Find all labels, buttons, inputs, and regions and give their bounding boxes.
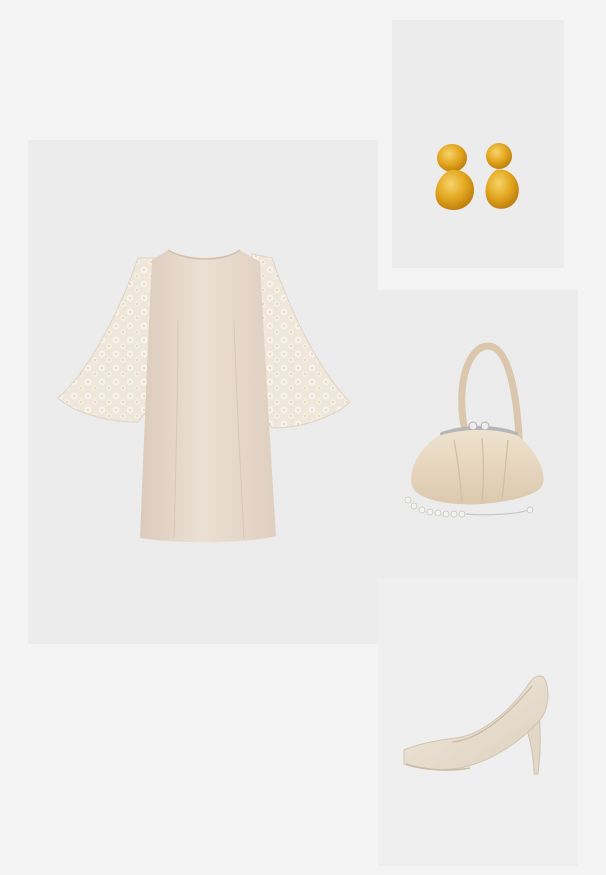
- dress-product-tile[interactable]: [28, 140, 378, 644]
- handbag-product-tile[interactable]: [378, 290, 578, 578]
- earrings-icon: [435, 143, 519, 210]
- dress-icon: [57, 249, 351, 543]
- earrings-product-tile[interactable]: [392, 20, 564, 268]
- handbag-icon: [404, 342, 544, 518]
- shoe-icon: [403, 675, 549, 775]
- shoe-product-tile[interactable]: [378, 578, 578, 866]
